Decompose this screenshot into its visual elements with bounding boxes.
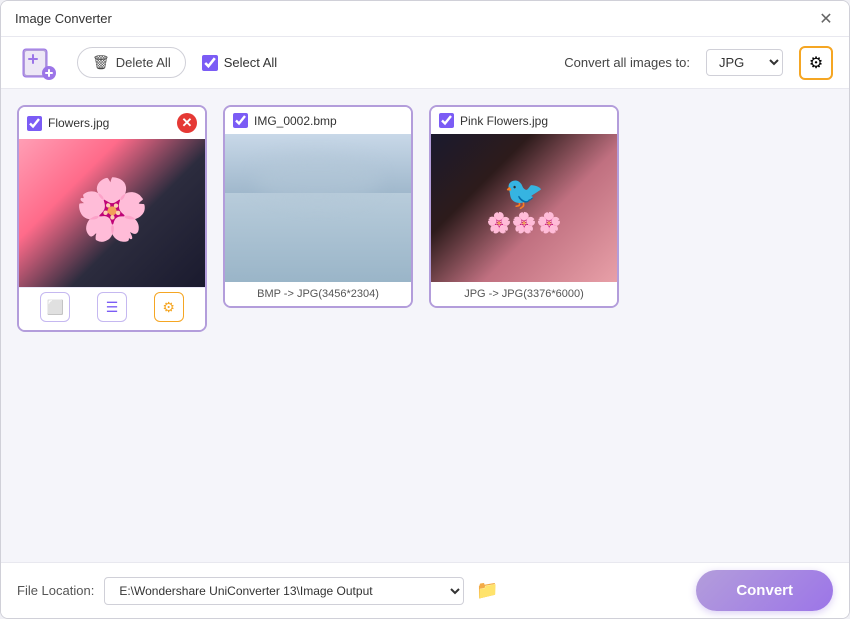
card-filename: Flowers.jpg (48, 116, 171, 130)
file-location-label: File Location: (17, 583, 94, 598)
delete-all-label: Delete All (116, 55, 171, 70)
toolbar: 🗑 Delete All Select All Convert all imag… (1, 37, 849, 89)
content-area: Flowers.jpg ✕ ⬜ ☰ ⚙ IMG_0002.bmp BMP -> … (1, 89, 849, 562)
card-checkbox[interactable] (233, 113, 248, 128)
convert-button[interactable]: Convert (696, 570, 833, 611)
card-filename: IMG_0002.bmp (254, 114, 403, 128)
card-header: Pink Flowers.jpg (431, 107, 617, 134)
gear-icon: ⚙ (809, 53, 823, 73)
window-title: Image Converter (15, 11, 112, 26)
crop-button[interactable]: ⬜ (40, 292, 70, 322)
image-card: Flowers.jpg ✕ ⬜ ☰ ⚙ (17, 105, 207, 332)
card-filename: Pink Flowers.jpg (460, 114, 609, 128)
card-header: IMG_0002.bmp (225, 107, 411, 134)
card-conversion-info: BMP -> JPG(3456*2304) (225, 282, 411, 306)
card-actions: ⬜ ☰ ⚙ (19, 287, 205, 330)
card-thumbnail (225, 134, 411, 282)
browse-folder-button[interactable]: 📁 (472, 576, 502, 606)
trash-icon: 🗑 (92, 54, 110, 71)
card-checkbox[interactable] (27, 116, 42, 131)
main-window: Image Converter ✕ 🗑 Delete All Select Al… (0, 0, 850, 619)
card-checkbox[interactable] (439, 113, 454, 128)
card-thumbnail (431, 134, 617, 282)
card-remove-button[interactable]: ✕ (177, 113, 197, 133)
card-settings-button[interactable]: ⚙ (154, 292, 184, 322)
images-grid: Flowers.jpg ✕ ⬜ ☰ ⚙ IMG_0002.bmp BMP -> … (17, 105, 833, 332)
settings-button[interactable]: ⚙ (799, 46, 833, 80)
list-button[interactable]: ☰ (97, 292, 127, 322)
delete-all-button[interactable]: 🗑 Delete All (77, 47, 186, 78)
select-all-checkbox[interactable] (202, 55, 218, 71)
select-all-label[interactable]: Select All (202, 55, 277, 71)
title-bar: Image Converter ✕ (1, 1, 849, 37)
format-select[interactable]: JPG PNG BMP GIF TIFF WEBP (706, 49, 783, 76)
image-card: Pink Flowers.jpg JPG -> JPG(3376*6000) (429, 105, 619, 308)
image-card: IMG_0002.bmp BMP -> JPG(3456*2304) (223, 105, 413, 308)
file-path-select[interactable]: E:\Wondershare UniConverter 13\Image Out… (104, 577, 464, 605)
card-conversion-info: JPG -> JPG(3376*6000) (431, 282, 617, 306)
card-header: Flowers.jpg ✕ (19, 107, 205, 139)
select-all-text: Select All (224, 55, 277, 70)
bottom-bar: File Location: E:\Wondershare UniConvert… (1, 562, 849, 618)
add-image-button[interactable] (17, 41, 61, 85)
card-thumbnail (19, 139, 205, 287)
close-button[interactable]: ✕ (817, 10, 835, 28)
convert-all-label: Convert all images to: (564, 55, 690, 70)
